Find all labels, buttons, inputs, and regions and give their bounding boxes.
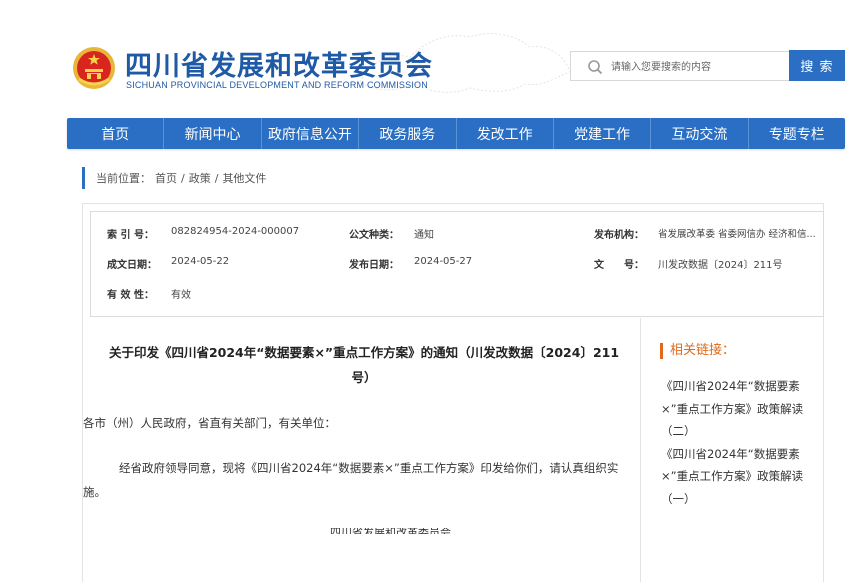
article-body: 经省政府领导同意，现将《四川省2024年“数据要素×”重点工作方案》印发给你们，…	[83, 461, 619, 499]
nav-item-topics[interactable]: 专题专栏	[749, 118, 845, 149]
published-value: 2024-05-27	[414, 256, 473, 267]
docno-value: 川发改数据〔2024〕211号	[658, 260, 783, 271]
meta-row: 成文日期： 2024-05-22 发布日期： 2024-05-27 文 号： 川…	[91, 256, 823, 276]
validity-value: 有效	[171, 290, 191, 301]
index-label: 索 引 号：	[107, 230, 154, 241]
main-nav: 首页 新闻中心 政府信息公开 政务服务 发改工作 党建工作 互动交流 专题专栏	[67, 118, 845, 149]
meta-row: 索 引 号： 082824954-2024-000007 公文种类： 通知 发布…	[91, 226, 823, 246]
meta-row: 有 效 性： 有效	[91, 286, 823, 306]
related-links-title: 相关链接：	[660, 343, 735, 359]
search-icon	[588, 60, 603, 75]
nav-item-news[interactable]: 新闻中心	[164, 118, 262, 149]
nav-item-party-work[interactable]: 党建工作	[554, 118, 652, 149]
related-link-item[interactable]: 《四川省2024年“数据要素×”重点工作方案》政策解读（二）	[661, 375, 821, 443]
breadcrumb-separator: /	[214, 171, 219, 185]
national-emblem-icon	[73, 47, 115, 89]
issuer-value: 省发展改革委 省委网信办 经济和信...	[658, 229, 816, 240]
breadcrumb-link-home[interactable]: 首页	[155, 170, 177, 186]
nav-item-home[interactable]: 首页	[67, 118, 165, 149]
site-subtitle: SICHUAN PROVINCIAL DEVELOPMENT AND REFOR…	[126, 80, 428, 90]
related-links-list: 《四川省2024年“数据要素×”重点工作方案》政策解读（二） 《四川省2024年…	[661, 375, 821, 510]
nav-item-interaction[interactable]: 互动交流	[651, 118, 749, 149]
breadcrumb-prefix: 当前位置：	[96, 172, 151, 185]
index-value: 082824954-2024-000007	[171, 226, 300, 237]
nav-item-gov-info[interactable]: 政府信息公开	[262, 118, 360, 149]
breadcrumb: 当前位置： 首页 / 政策 / 其他文件	[82, 167, 270, 189]
search-button[interactable]: 搜 索	[789, 50, 845, 81]
nav-item-gov-services[interactable]: 政务服务	[359, 118, 457, 149]
site-header: 四川省发展和改革委员会 SICHUAN PROVINCIAL DEVELOPME…	[0, 0, 864, 112]
document-meta-box: 索 引 号： 082824954-2024-000007 公文种类： 通知 发布…	[90, 211, 824, 317]
created-label: 成文日期：	[107, 260, 157, 271]
nav-item-reform-work[interactable]: 发改工作	[457, 118, 554, 149]
site-title[interactable]: 四川省发展和改革委员会	[125, 44, 433, 83]
related-link-item[interactable]: 《四川省2024年“数据要素×”重点工作方案》政策解读（一）	[661, 443, 821, 511]
issuer-label: 发布机构：	[594, 230, 644, 241]
article-next-line: 四川省发展和改革委员会	[330, 528, 451, 534]
category-value: 通知	[414, 230, 434, 241]
created-value: 2024-05-22	[171, 256, 230, 267]
breadcrumb-link-policy[interactable]: 政策	[189, 170, 211, 186]
category-label: 公文种类：	[349, 230, 399, 241]
search-box	[570, 51, 790, 81]
validity-label: 有 效 性：	[107, 290, 154, 301]
breadcrumb-link-other-docs[interactable]: 其他文件	[222, 170, 266, 186]
published-label: 发布日期：	[349, 260, 399, 271]
docno-label: 文 号：	[594, 260, 644, 271]
article-title: 关于印发《四川省2024年“数据要素×”重点工作方案》的通知（川发改数据〔202…	[108, 345, 620, 385]
breadcrumb-separator: /	[181, 171, 185, 185]
search-input[interactable]	[611, 57, 781, 77]
article-salutation: 各市（州）人民政府，省直有关部门，有关单位：	[83, 416, 336, 430]
